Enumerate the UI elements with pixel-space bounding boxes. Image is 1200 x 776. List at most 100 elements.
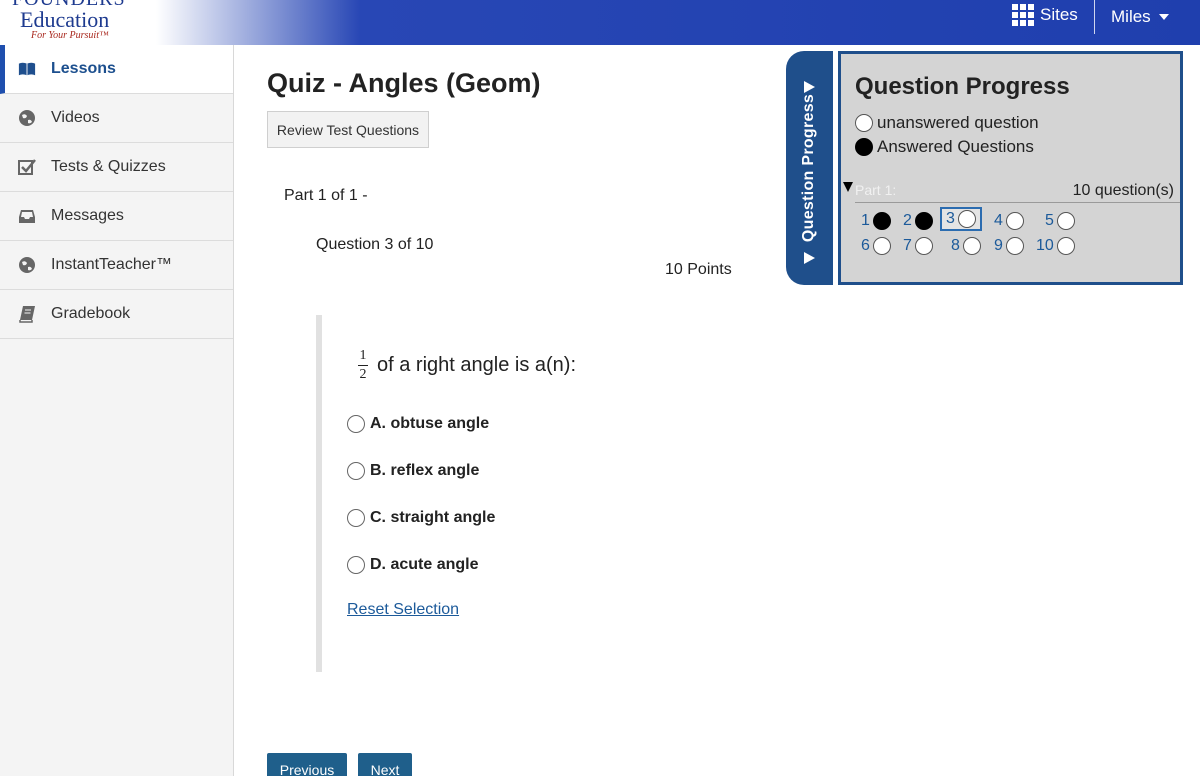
- empty-circle-icon: [855, 114, 873, 132]
- legend-answered: Answered Questions: [855, 137, 1034, 157]
- fraction-bar: [358, 365, 368, 366]
- founders-logo[interactable]: FOUNDERS Education For Your Pursuit™: [0, 0, 160, 45]
- page-title: Quiz - Angles (Geom): [267, 68, 541, 98]
- review-test-questions-button[interactable]: Review Test Questions: [267, 111, 429, 148]
- question-number: 9: [994, 237, 1003, 254]
- question-text: 1 2 of a right angle is a(n):: [358, 348, 576, 383]
- sidebar-item-instantteacher[interactable]: InstantTeacher™: [0, 241, 233, 290]
- question-link-1[interactable]: 1: [861, 212, 891, 230]
- sidebar-item-messages[interactable]: Messages: [0, 192, 233, 241]
- question-progress-tab[interactable]: Question Progress: [786, 51, 833, 285]
- question-link-3[interactable]: 3: [940, 207, 982, 231]
- radio-button[interactable]: [347, 462, 365, 480]
- logo-tagline: For Your Pursuit™: [31, 30, 109, 41]
- question-points: 10 Points: [665, 261, 732, 278]
- question-number: 6: [861, 237, 870, 254]
- question-link-10[interactable]: 10: [1036, 237, 1075, 255]
- option-label[interactable]: C. straight angle: [370, 509, 495, 527]
- play-arrow-icon: [804, 81, 815, 93]
- unanswered-dot: [914, 237, 933, 255]
- question-link-9[interactable]: 9: [994, 237, 1024, 255]
- question-link-7[interactable]: 7: [903, 237, 933, 255]
- option-label[interactable]: B. reflex angle: [370, 462, 479, 480]
- globe-icon: [19, 257, 35, 273]
- question-prompt: of a right angle is a(n):: [377, 354, 576, 376]
- fraction-denominator: 2: [359, 367, 367, 382]
- header-divider: [1094, 0, 1095, 34]
- question-link-6[interactable]: 6: [861, 237, 891, 255]
- question-block-rule: [316, 315, 322, 672]
- radio-button[interactable]: [347, 556, 365, 574]
- grid-icon: [1012, 4, 1034, 26]
- question-number: 1: [861, 212, 870, 229]
- reset-selection-link[interactable]: Reset Selection: [347, 601, 459, 619]
- question-number: Question 3 of 10: [316, 236, 434, 253]
- fraction-numerator: 1: [359, 348, 367, 363]
- sidebar-item-label: Lessons: [51, 60, 116, 77]
- question-link-2[interactable]: 2: [903, 212, 933, 230]
- user-menu-button[interactable]: Miles: [1111, 7, 1169, 27]
- radio-button[interactable]: [347, 415, 365, 433]
- sites-label: Sites: [1040, 5, 1078, 24]
- sidebar-item-tests-quizzes[interactable]: Tests & Quizzes: [0, 143, 233, 192]
- answer-option-c[interactable]: C. straight angle: [347, 509, 495, 527]
- inbox-icon: [19, 210, 35, 223]
- previous-button[interactable]: Previous: [267, 753, 347, 776]
- sidebar: Lessons Videos Tests & Quizzes Messages …: [0, 45, 234, 776]
- caret-down-icon: [1158, 14, 1169, 20]
- unanswered-dot: [1056, 212, 1075, 230]
- filled-circle-icon: [855, 138, 873, 156]
- question-progress-panel: Question Progress unanswered question An…: [838, 51, 1183, 285]
- unanswered-dot: [872, 237, 891, 255]
- play-arrow-icon: [804, 252, 815, 264]
- question-number: 3: [946, 210, 955, 227]
- unanswered-dot: [957, 210, 976, 228]
- answered-dot: [872, 212, 891, 230]
- part-divider: [855, 202, 1180, 203]
- answer-option-b[interactable]: B. reflex angle: [347, 462, 479, 480]
- question-number: 4: [994, 212, 1003, 229]
- question-link-4[interactable]: 4: [994, 212, 1024, 230]
- sidebar-item-gradebook[interactable]: Gradebook: [0, 290, 233, 339]
- question-link-8[interactable]: 8: [951, 237, 981, 255]
- part-label: Part 1:: [855, 182, 897, 198]
- unanswered-dot: [1056, 237, 1075, 255]
- panel-title: Question Progress: [855, 73, 1070, 100]
- book-icon: [18, 62, 36, 76]
- fraction: 1 2: [358, 348, 368, 383]
- question-number: 5: [1045, 212, 1054, 229]
- legend-label: Answered Questions: [877, 137, 1034, 156]
- collapse-triangle-icon[interactable]: [843, 182, 853, 192]
- unanswered-dot: [962, 237, 981, 255]
- sidebar-item-label: Videos: [51, 109, 100, 126]
- answer-option-a[interactable]: A. obtuse angle: [347, 415, 489, 433]
- question-number: 8: [951, 237, 960, 254]
- part-label: Part 1 of 1 -: [284, 187, 368, 204]
- question-number: 7: [903, 237, 912, 254]
- checkbox-icon: [18, 159, 36, 175]
- unanswered-dot: [1005, 237, 1024, 255]
- part-question-count: 10 question(s): [1072, 182, 1174, 199]
- question-link-5[interactable]: 5: [1045, 212, 1075, 230]
- sidebar-item-label: Gradebook: [51, 305, 131, 322]
- sidebar-item-label: Tests & Quizzes: [51, 158, 166, 175]
- option-label[interactable]: A. obtuse angle: [370, 415, 489, 433]
- sidebar-item-lessons[interactable]: Lessons: [0, 45, 233, 94]
- question-number: 2: [903, 212, 912, 229]
- notebook-icon: [19, 306, 35, 323]
- unanswered-dot: [1005, 212, 1024, 230]
- legend-label: unanswered question: [877, 113, 1039, 132]
- globe-icon: [19, 110, 35, 126]
- next-button[interactable]: Next: [358, 753, 412, 776]
- user-name: Miles: [1111, 7, 1151, 26]
- legend-unanswered: unanswered question: [855, 113, 1039, 133]
- sidebar-item-videos[interactable]: Videos: [0, 94, 233, 143]
- answered-dot: [914, 212, 933, 230]
- top-bar: FOUNDERS Education For Your Pursuit™ Sit…: [0, 0, 1200, 45]
- sites-button[interactable]: Sites: [1012, 4, 1078, 26]
- option-label[interactable]: D. acute angle: [370, 556, 478, 574]
- sidebar-item-label: InstantTeacher™: [51, 256, 172, 273]
- radio-button[interactable]: [347, 509, 365, 527]
- question-number: 10: [1036, 237, 1054, 254]
- answer-option-d[interactable]: D. acute angle: [347, 556, 478, 574]
